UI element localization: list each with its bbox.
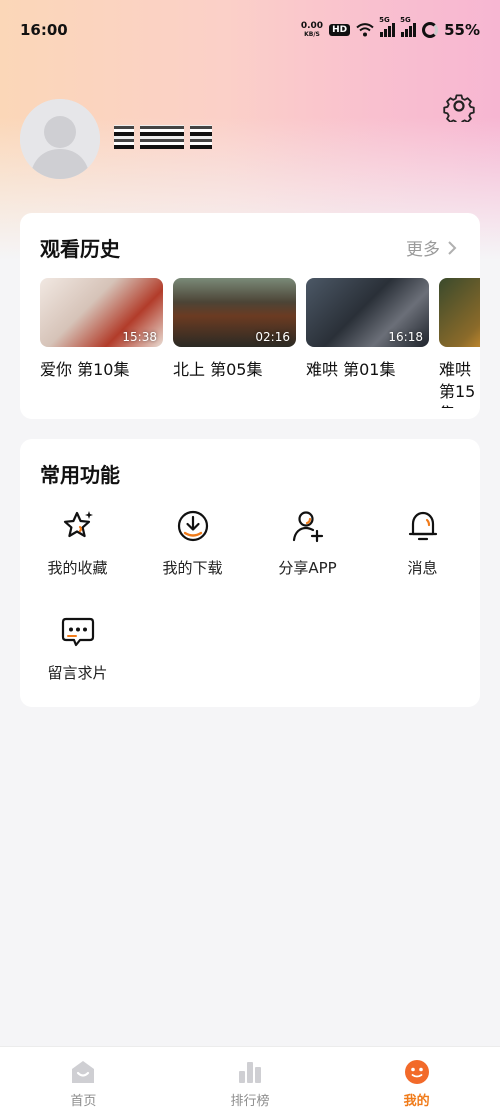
downloads-button[interactable]: 我的下载 [135, 507, 250, 578]
default-avatar-icon [20, 99, 100, 179]
home-icon [72, 1061, 95, 1083]
nav-ranking[interactable]: 排行榜 [167, 1047, 334, 1112]
bell-icon [404, 507, 442, 545]
common-functions-card: 常用功能 我的收藏 我的下载 分享APP 消息 留言求片 [20, 439, 480, 707]
history-item[interactable]: 02:16 北上 第05集 [173, 278, 296, 408]
episode-title: 难哄 第01集 [306, 360, 396, 379]
signal-icon: 5G [379, 16, 396, 37]
video-duration: 16:18 [388, 330, 423, 344]
settings-button[interactable] [440, 87, 478, 125]
chevron-right-icon [448, 240, 457, 255]
video-duration: 15:38 [122, 330, 157, 344]
status-time: 16:00 [20, 21, 68, 39]
bottom-navigation: 首页 排行榜 我的 [0, 1046, 500, 1112]
history-item[interactable]: 15:38 爱你 第10集 [40, 278, 163, 408]
status-icons: 0.00 KB/S HD 5G 5G 55% [300, 16, 480, 39]
ranking-icon [239, 1062, 261, 1083]
download-icon [174, 507, 212, 545]
video-duration: 02:16 [255, 330, 290, 344]
nav-home[interactable]: 首页 [0, 1047, 167, 1112]
battery-percentage: 55% [444, 21, 480, 39]
username-obscured [114, 122, 226, 152]
history-item[interactable]: 16:18 难哄 第01集 [306, 278, 429, 408]
video-thumbnail [439, 278, 480, 347]
network-speed: 0.00 KB/S [300, 21, 324, 39]
wifi-icon [356, 23, 374, 37]
favorites-button[interactable]: 我的收藏 [20, 507, 135, 578]
messages-button[interactable]: 消息 [365, 507, 480, 578]
video-thumbnail: 15:38 [40, 278, 163, 347]
share-app-button[interactable]: 分享APP [250, 507, 365, 578]
gear-icon [443, 94, 475, 122]
episode-title: 北上 第05集 [173, 360, 263, 379]
share-user-icon [289, 507, 327, 545]
video-thumbnail: 02:16 [173, 278, 296, 347]
profile-icon [404, 1060, 429, 1084]
watch-history-title: 观看历史 [40, 237, 120, 261]
common-functions-title: 常用功能 [40, 463, 120, 487]
history-list[interactable]: 15:38 爱你 第10集 02:16 北上 第05集 16:18 难哄 第01… [40, 278, 480, 408]
nav-profile[interactable]: 我的 [333, 1047, 500, 1112]
request-video-button[interactable]: 留言求片 [20, 612, 135, 683]
star-icon [59, 507, 97, 545]
video-thumbnail: 16:18 [306, 278, 429, 347]
watch-history-card: 观看历史 更多 15:38 爱你 第10集 02:16 北上 第05集 16:1… [20, 213, 480, 419]
episode-title: 难哄 第15集 [439, 360, 476, 408]
status-bar: 16:00 0.00 KB/S HD 5G 5G 55% [0, 0, 500, 60]
chat-bubble-icon [59, 612, 97, 650]
episode-title: 爱你 第10集 [40, 360, 130, 379]
signal-icon-2: 5G [400, 16, 417, 37]
history-item[interactable]: 难哄 第15集 [439, 278, 480, 408]
battery-icon [422, 22, 439, 38]
more-link[interactable]: 更多 [406, 235, 458, 260]
functions-grid: 我的收藏 我的下载 分享APP 消息 留言求片 [20, 507, 480, 683]
hd-badge: HD [329, 24, 351, 36]
avatar[interactable] [20, 99, 100, 179]
